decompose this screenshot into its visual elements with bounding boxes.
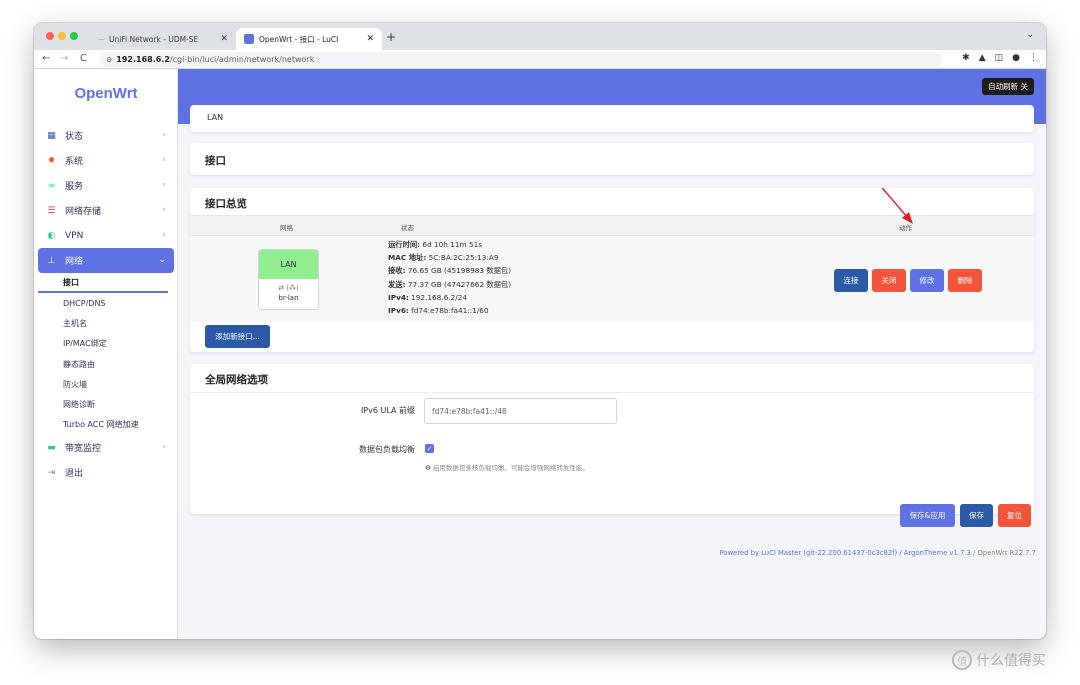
- page-title: 接口: [205, 155, 226, 167]
- browser-window: — UniFi Network - UDM-SE ✕ OpenWrt - 接口 …: [34, 23, 1046, 639]
- sidebar-item-vpn[interactable]: ◐ VPN ›: [38, 223, 174, 248]
- flask-icon[interactable]: ▲: [979, 53, 986, 63]
- sidebar-menu: ▦ 状态 › ✹ 系统 › ∞ 服务 › ☰ 网络存储 › ◐ VPN › ⊥ …: [38, 123, 174, 485]
- sidebar-subitem-ip-mac-binding[interactable]: IP/MAC绑定: [38, 334, 174, 354]
- gear-icon: ✹: [47, 155, 56, 166]
- back-icon[interactable]: ←: [42, 53, 50, 64]
- tab-bar: — UniFi Network - UDM-SE ✕ OpenWrt - 接口 …: [34, 23, 1046, 50]
- storage-icon: ☰: [47, 205, 56, 216]
- new-tab-icon[interactable]: +: [386, 30, 396, 44]
- sidebar-item-label: 网络: [65, 257, 84, 267]
- packet-steering-checkbox[interactable]: ✓: [425, 444, 434, 453]
- link-icon: ∞: [47, 180, 56, 191]
- sidebar-item-label: 服务: [65, 182, 84, 192]
- sidebar-subitem-static-routes[interactable]: 静态路由: [38, 354, 174, 374]
- watermark: 值 什么值得买: [952, 650, 1046, 670]
- sidebar-item-network[interactable]: ⊥ 网络 ⌄: [38, 248, 174, 273]
- extensions-icon[interactable]: ✱: [962, 53, 970, 63]
- sidebar-subitem-turbo-acc[interactable]: Turbo ACC 网络加速: [38, 415, 174, 435]
- sidebar: OpenWrt ▦ 状态 › ✹ 系统 › ∞ 服务 › ☰ 网络存储 › ◐ …: [34, 69, 178, 639]
- sidebar-item-services[interactable]: ∞ 服务 ›: [38, 173, 174, 198]
- interface-tabs: LAN: [190, 105, 1034, 132]
- divider: [190, 392, 1034, 393]
- packet-steering-hint: ❶ 启用数据包多核负载均衡。可能会增强网络转发性能。: [425, 464, 589, 472]
- forward-icon[interactable]: →: [60, 53, 68, 64]
- sidebar-item-label: 状态: [65, 132, 84, 142]
- watermark-text: 什么值得买: [976, 653, 1046, 669]
- zoom-window-button[interactable]: [70, 32, 78, 40]
- annotation-arrow: [881, 188, 913, 224]
- close-tab-icon[interactable]: ✕: [220, 34, 228, 44]
- close-window-button[interactable]: [46, 32, 54, 40]
- site-info-icon[interactable]: ⚙: [106, 56, 112, 64]
- sidepanel-icon[interactable]: ◫: [995, 53, 1004, 63]
- save-button[interactable]: 保存: [960, 504, 993, 527]
- sidebar-subitem-dhcp-dns[interactable]: DHCP/DNS: [38, 293, 174, 313]
- sidebar-item-label: 带宽监控: [65, 444, 102, 455]
- browser-menu-icon[interactable]: ⋮: [1029, 53, 1038, 63]
- tab-title: OpenWrt - 接口 - LuCI: [259, 34, 339, 44]
- sidebar-item-label: 系统: [65, 157, 84, 167]
- chevron-right-icon: ›: [162, 130, 166, 140]
- sidebar-subitem-firewall[interactable]: 防火墙: [38, 374, 174, 394]
- reset-button[interactable]: 复位: [998, 504, 1031, 527]
- tab-openwrt[interactable]: OpenWrt - 接口 - LuCI ✕: [236, 28, 382, 50]
- interface-overview-card: 接口总览 网络 状态 动作 LAN ⇄ (⁂) br-lan 运行时间: 6d …: [190, 188, 1034, 352]
- chevron-right-icon: ›: [162, 155, 166, 165]
- chevron-right-icon: ›: [162, 205, 166, 215]
- footer-link[interactable]: Powered by LuCI Master (git-22.200.61437…: [720, 549, 971, 557]
- footer: Powered by LuCI Master (git-22.200.61437…: [720, 549, 1036, 557]
- auto-refresh-toggle[interactable]: 自动刷新 关: [982, 78, 1034, 95]
- packet-steering-label: 数据包负载均衡: [359, 445, 415, 454]
- section-title: 全局网络选项: [205, 374, 268, 386]
- page-title-card: 接口: [190, 143, 1034, 175]
- sidebar-item-system[interactable]: ✹ 系统 ›: [38, 148, 174, 173]
- page-viewport: OpenWrt ▦ 状态 › ✹ 系统 › ∞ 服务 › ☰ 网络存储 › ◐ …: [34, 69, 1046, 639]
- close-tab-icon[interactable]: ✕: [366, 34, 374, 44]
- chevron-right-icon: ›: [162, 442, 166, 453]
- luci-favicon-icon: [244, 34, 254, 44]
- chevron-right-icon: ›: [162, 230, 166, 240]
- sidebar-item-label: 网络存储: [65, 207, 102, 217]
- url-input[interactable]: ⚙ 192.168.6.2/cgi-bin/luci/admin/network…: [100, 52, 942, 67]
- smzdm-logo-icon: 值: [952, 650, 972, 670]
- chevron-right-icon: ›: [162, 180, 166, 190]
- sidebar-item-label: VPN: [65, 230, 84, 241]
- network-tree-icon: ⊥: [47, 255, 56, 266]
- url-path: /cgi-bin/luci/admin/network/network: [169, 55, 315, 64]
- minimize-window-button[interactable]: [58, 32, 66, 40]
- sidebar-item-label: 退出: [65, 469, 84, 480]
- global-options-card: 全局网络选项 IPv6 ULA 前缀 fd74:e78b:fa41::/48 数…: [190, 364, 1034, 514]
- tab-title: UniFi Network - UDM-SE: [109, 34, 199, 44]
- tab-icon: —: [98, 35, 105, 43]
- main-content: 自动刷新 关 LAN 接口 接口总览 网络 状态 动作 LAN ⇄ (⁂) br…: [178, 69, 1046, 639]
- info-icon: ❶: [425, 464, 431, 472]
- save-apply-button[interactable]: 保存&应用: [900, 504, 955, 527]
- vpn-icon: ◐: [47, 230, 56, 241]
- profile-icon[interactable]: ●: [1012, 53, 1020, 63]
- sidebar-subitem-hostnames[interactable]: 主机名: [38, 313, 174, 333]
- chevron-down-icon: ⌄: [158, 255, 166, 265]
- address-bar: ← → C ⚙ 192.168.6.2/cgi-bin/luci/admin/n…: [34, 50, 1046, 69]
- sidebar-subitem-interfaces[interactable]: 接口: [38, 273, 168, 293]
- tab-lan[interactable]: LAN: [207, 113, 223, 122]
- browser-toolbar-icons: ✱ ▲ ◫ ● ⋮: [962, 53, 1038, 63]
- sidebar-subitem-diagnostics[interactable]: 网络诊断: [38, 394, 174, 414]
- brand-logo[interactable]: OpenWrt: [34, 85, 178, 102]
- dashboard-icon: ▦: [47, 130, 56, 141]
- url-host: 192.168.6.2: [116, 55, 170, 64]
- sidebar-item-bandwidth[interactable]: ▬ 带宽监控 ›: [38, 435, 174, 460]
- reload-icon[interactable]: C: [80, 53, 87, 64]
- logout-icon: ⇥: [47, 467, 56, 478]
- ula-prefix-input[interactable]: fd74:e78b:fa41::/48: [424, 398, 617, 424]
- tab-unifi[interactable]: — UniFi Network - UDM-SE ✕: [90, 28, 236, 50]
- tab-search-chevron-icon[interactable]: ⌄: [1026, 30, 1034, 40]
- monitor-icon: ▬: [47, 442, 56, 453]
- sidebar-item-status[interactable]: ▦ 状态 ›: [38, 123, 174, 148]
- footer-version: / OpenWrt R22.7.7: [970, 549, 1036, 557]
- ula-prefix-label: IPv6 ULA 前缀: [360, 406, 415, 415]
- sidebar-item-nas[interactable]: ☰ 网络存储 ›: [38, 198, 174, 223]
- sidebar-item-logout[interactable]: ⇥ 退出: [38, 460, 174, 485]
